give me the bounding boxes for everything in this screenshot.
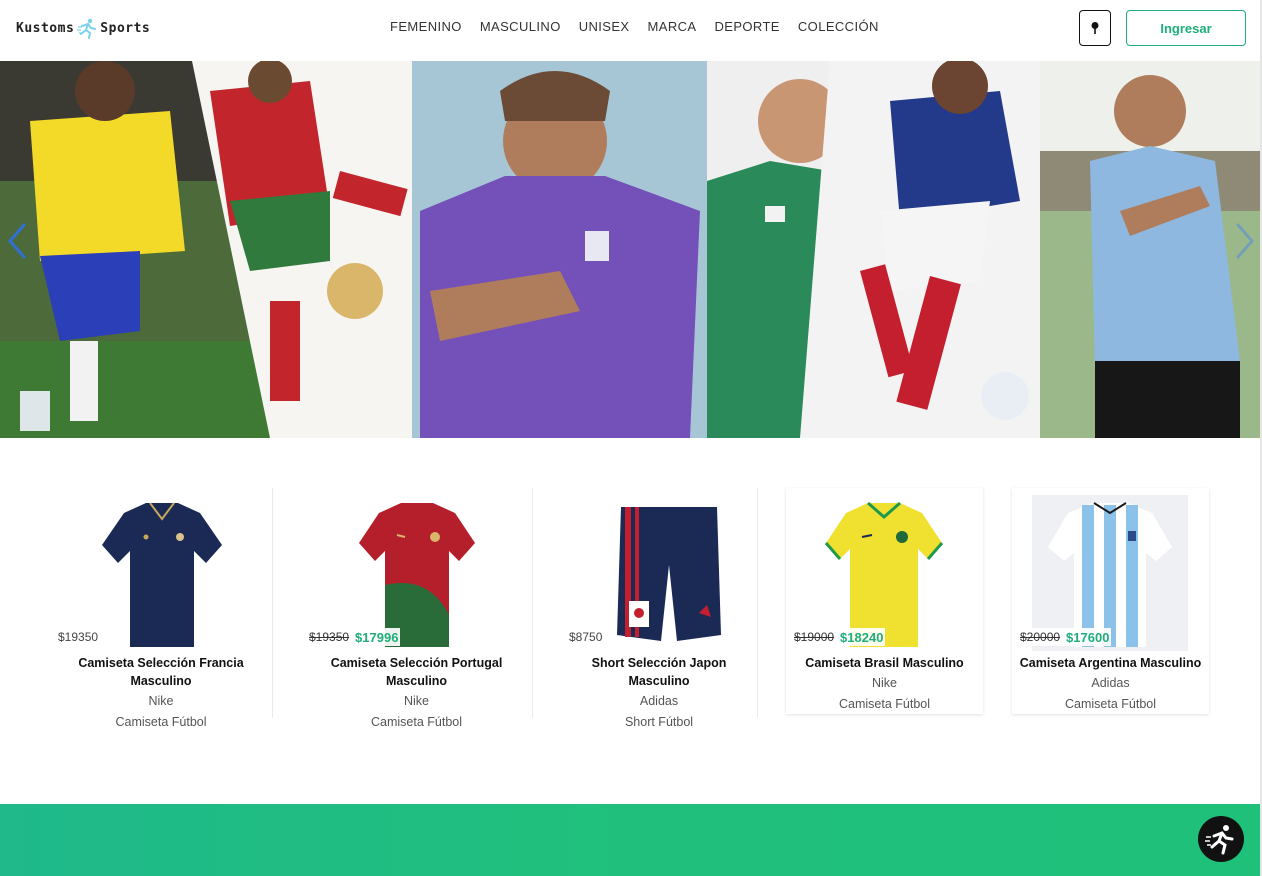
product-price: $19350 [58,630,99,644]
site-logo[interactable]: Kustoms Sports [16,16,150,40]
product-title[interactable]: Camiseta Selección Portugal Masculino [301,654,532,690]
logo-text-right: Sports [100,20,151,36]
product-card-japon[interactable]: $8750 Short Selección Japon Masculino Ad… [561,488,758,729]
logo-runner-icon [77,18,97,39]
nav-coleccion[interactable]: COLECCIÓN [798,19,879,34]
product-old-price: $20000 [1020,630,1061,644]
price-row: $8750 [567,628,605,646]
product-category: Camiseta Fútbol [115,715,207,729]
site-header: Kustoms Sports FEMENINO MASCULINO UNISEX… [0,0,1262,61]
price-row: $19000 $18240 [792,628,886,646]
product-image-japon [617,507,721,641]
product-title[interactable]: Short Selección Japon Masculino [561,654,757,690]
product-price: $8750 [569,630,603,644]
location-pin-icon [1091,22,1099,34]
product-title[interactable]: Camiseta Selección Francia Masculino [50,654,272,690]
nav-masculino[interactable]: MASCULINO [480,19,561,34]
product-title[interactable]: Camiseta Argentina Masculino [1012,654,1209,672]
product-sale-price: $17996 [355,629,399,645]
product-brand: Nike [871,676,897,690]
product-category: Camiseta Fútbol [838,697,930,711]
logo-text-left: Kustoms [16,20,75,36]
product-brand: Nike [148,694,174,708]
price-row: $19350 [56,628,101,646]
price-row: $20000 $17600 [1018,628,1112,646]
product-title[interactable]: Camiseta Brasil Masculino [786,654,983,672]
nav-femenino[interactable]: FEMENINO [390,19,462,34]
chevron-left-icon[interactable] [4,221,30,261]
hero-banner-image [0,61,1262,438]
product-category: Camiseta Fútbol [1064,697,1156,711]
main-nav: FEMENINO MASCULINO UNISEX MARCA DEPORTE … [390,19,879,34]
product-old-price: $19000 [794,630,835,644]
nav-deporte[interactable]: DEPORTE [714,19,779,34]
chevron-right-icon[interactable] [1232,221,1258,261]
product-old-price: $19350 [309,630,350,644]
product-brand: Nike [403,694,429,708]
product-brand: Adidas [1091,676,1130,690]
product-list: $19350 Camiseta Selección Francia Mascul… [50,488,1210,738]
product-card-francia[interactable]: $19350 Camiseta Selección Francia Mascul… [50,488,273,729]
floating-runner-button[interactable] [1198,816,1244,862]
product-card-brasil[interactable]: $19000 $18240 Camiseta Brasil Masculino … [786,488,983,714]
product-card-argentina[interactable]: $20000 $17600 Camiseta Argentina Masculi… [1012,488,1209,714]
nav-marca[interactable]: MARCA [648,19,697,34]
login-button[interactable]: Ingresar [1126,10,1246,46]
product-category: Camiseta Fútbol [370,715,462,729]
product-sale-price: $17600 [1066,629,1110,645]
hero-carousel[interactable] [0,61,1262,438]
location-button[interactable] [1079,10,1111,46]
product-card-portugal[interactable]: $19350 $17996 Camiseta Selección Portuga… [301,488,533,729]
product-category: Short Fútbol [624,715,694,729]
nav-unisex[interactable]: UNISEX [579,19,630,34]
product-brand: Adidas [639,694,679,708]
runner-icon [1205,825,1234,855]
price-row: $19350 $17996 [307,628,401,646]
product-sale-price: $18240 [840,629,884,645]
product-image-francia [102,502,222,647]
footer-band [0,804,1262,876]
